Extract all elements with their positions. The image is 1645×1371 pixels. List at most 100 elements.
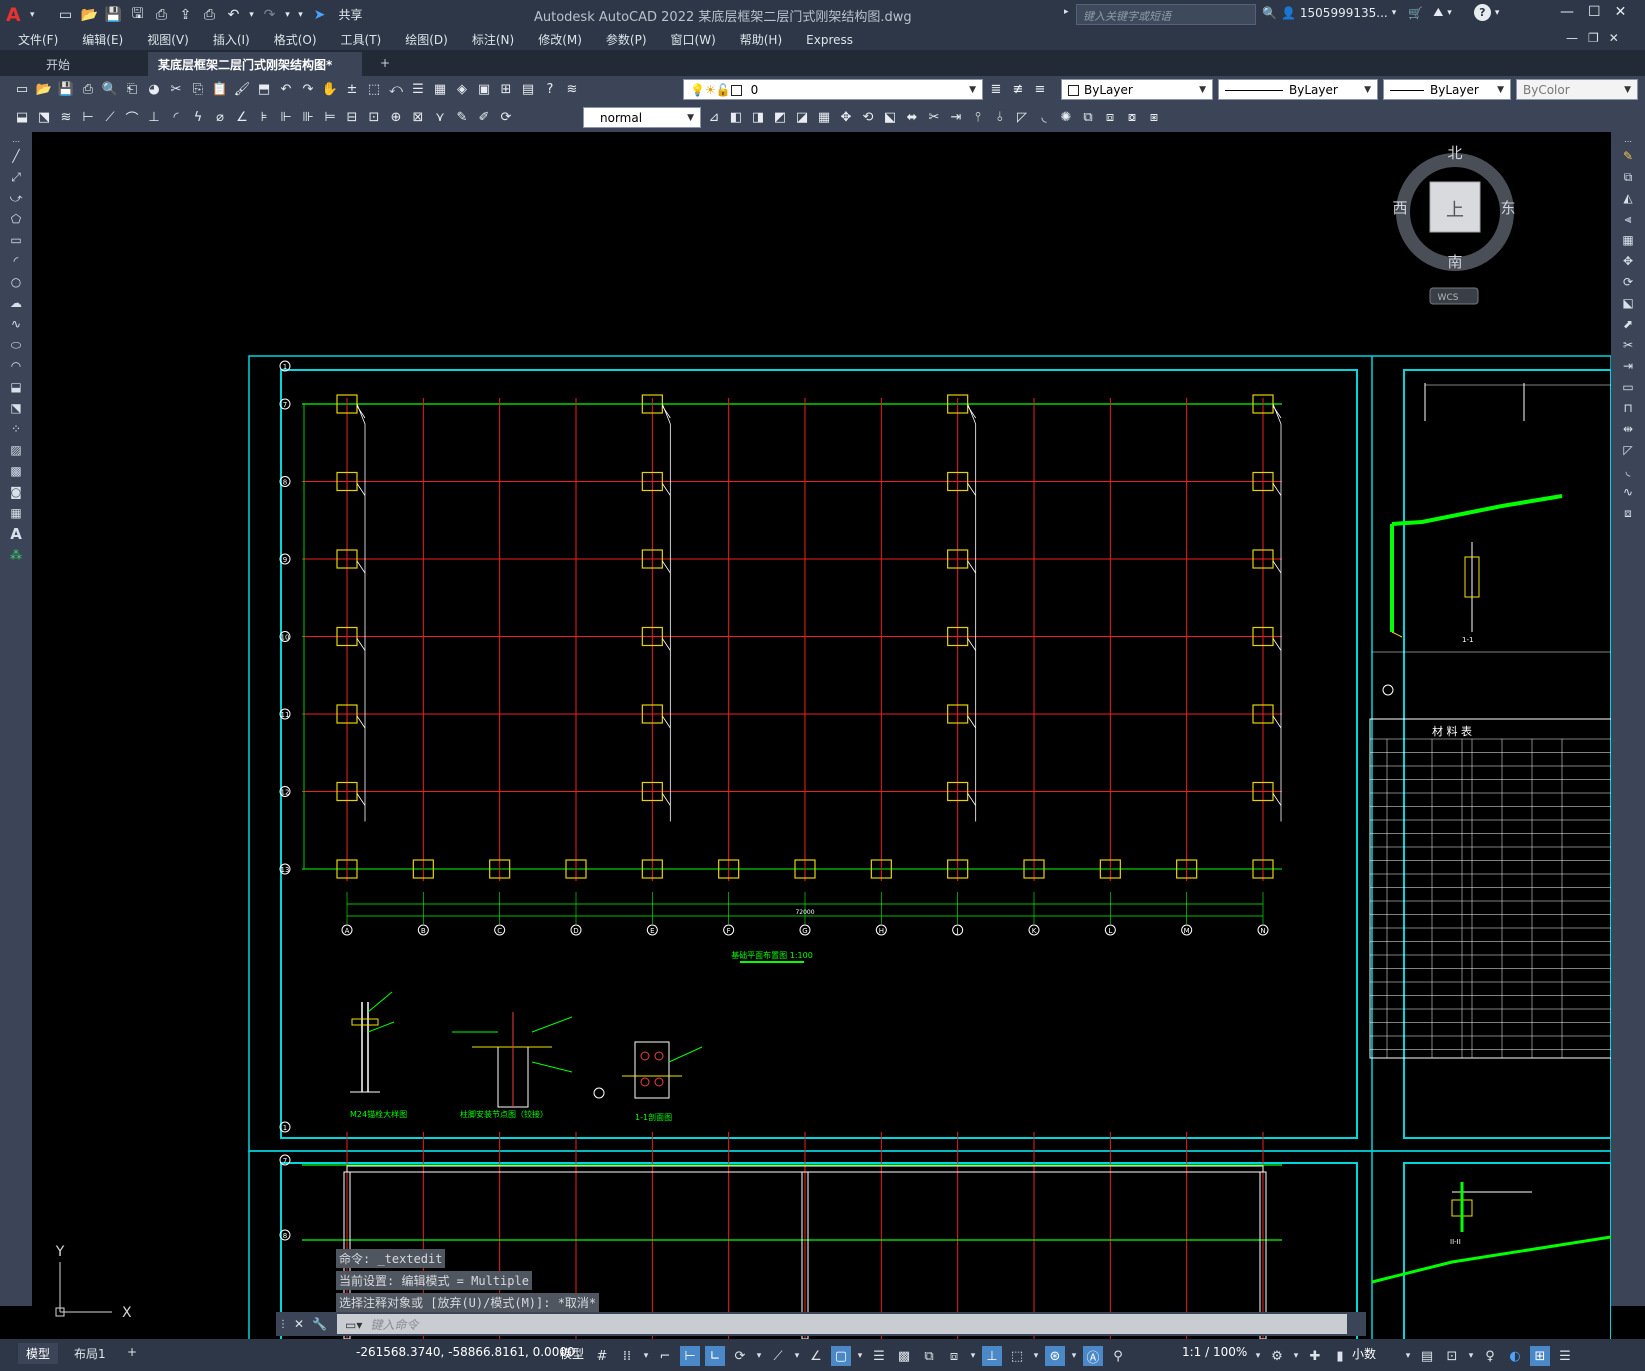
dim-update-icon[interactable]: ⟳ (496, 107, 516, 127)
rotate-icon[interactable]: ⟲ (858, 107, 878, 127)
join-icon[interactable]: ⇹ (1619, 420, 1637, 438)
viewcube-west[interactable]: 西 (1392, 199, 1407, 217)
redo-icon[interactable]: ↷ (259, 4, 281, 26)
viewcube-north[interactable]: 北 (1447, 144, 1462, 162)
copy-icon[interactable]: ⧉ (1619, 168, 1637, 186)
menu-insert[interactable]: 插入(I) (213, 31, 250, 48)
command-customize-icon[interactable]: 🔧 (312, 1317, 327, 1331)
polar-dropdown-icon[interactable]: ▾ (755, 1346, 763, 1366)
viewcube-east[interactable]: 东 (1500, 199, 1515, 217)
menu-express[interactable]: Express (806, 33, 853, 47)
gradient-icon[interactable]: ▩ (7, 462, 25, 480)
scale-icon[interactable]: ⬕ (1619, 294, 1637, 312)
model-space-toggle[interactable]: 模型 (560, 1345, 584, 1362)
aligned-dim-icon[interactable]: ⟋ (100, 107, 120, 127)
region-icon[interactable]: ◙ (7, 483, 25, 501)
command-close-icon[interactable]: ✕ (294, 1317, 304, 1331)
quick-properties-icon[interactable]: ▤ (1417, 1346, 1437, 1366)
close-icon[interactable]: ✕ (1615, 4, 1627, 20)
layer-properties-icon[interactable]: ≋ (562, 79, 582, 99)
dim-style-icon[interactable]: ⊿ (704, 107, 724, 127)
search-expand-icon[interactable]: ▸ (1064, 7, 1069, 17)
export-icon[interactable]: ⇪ (175, 4, 197, 26)
match-properties-icon[interactable]: 🖌 (232, 79, 252, 99)
make-block-icon[interactable]: ⬔ (7, 399, 25, 417)
baseline-dim-icon[interactable]: ⊩ (276, 107, 296, 127)
center-mark-icon[interactable]: ⊕ (386, 107, 406, 127)
copy-object-icon[interactable]: ◨ (748, 107, 768, 127)
break-icon[interactable]: ⊓ (1619, 399, 1637, 417)
snap-dropdown-icon[interactable]: ▾ (642, 1346, 650, 1366)
polyline-icon[interactable]: ⤻ (7, 189, 25, 207)
a360-dropdown-icon[interactable]: ▾ (1447, 8, 1452, 18)
tab-start[interactable]: 开始 (24, 52, 142, 76)
cart-icon[interactable]: 🛒 (1408, 6, 1423, 20)
inspect-icon[interactable]: ⊠ (408, 107, 428, 127)
doc-minimize-icon[interactable]: — (1566, 31, 1578, 45)
array-icon[interactable]: ▦ (814, 107, 834, 127)
menu-file[interactable]: 文件(F) (18, 31, 58, 48)
share-button[interactable]: 共享 (339, 6, 363, 23)
zoom-window-icon[interactable]: ⬚ (364, 79, 384, 99)
annotation-autoscale-icon[interactable]: ⚲ (1108, 1346, 1128, 1366)
menu-modify[interactable]: 修改(M) (538, 31, 582, 48)
menu-edit[interactable]: 编辑(E) (82, 31, 123, 48)
insert-block-icon[interactable]: ⬓ (12, 107, 32, 127)
cut-icon[interactable]: ✂ (166, 79, 186, 99)
command-grip-icon[interactable]: ⋮ (278, 1319, 288, 1330)
rectangle-icon[interactable]: ▭ (7, 231, 25, 249)
drawing-canvas[interactable]: 1 7 8 9 10 11 12 13 A B C D E F G H J K L M N 72000 基础平面布置图 1:… (32, 132, 1611, 1339)
minimize-icon[interactable]: — (1560, 4, 1574, 20)
ordinate-dim-icon[interactable]: ⊥ (144, 107, 164, 127)
sheet-set-icon[interactable]: ▣ (474, 79, 494, 99)
scale-dropdown-icon[interactable]: ▾ (1254, 1346, 1262, 1366)
annotation-monitor-icon[interactable]: ✚ (1305, 1346, 1325, 1366)
undo-icon[interactable]: ↶ (276, 79, 296, 99)
jogged-linear-icon[interactable]: ⋎ (430, 107, 450, 127)
plot-icon[interactable]: ⎙ (78, 79, 98, 99)
menu-tools[interactable]: 工具(T) (341, 31, 382, 48)
units-dropdown-icon[interactable]: ▾ (1404, 1346, 1412, 1366)
erase-icon[interactable]: ✎ (1619, 147, 1637, 165)
dynamic-ucs-icon[interactable]: ⊥ (982, 1346, 1002, 1366)
selection-filter-icon[interactable]: ⬚ (1007, 1346, 1027, 1366)
zoom-realtime-icon[interactable]: ± (342, 79, 362, 99)
arc-length-icon[interactable]: ⌒ (122, 107, 142, 127)
help-icon[interactable]: ? (1473, 4, 1491, 21)
3d-osnap-icon[interactable]: ⧈ (944, 1346, 964, 1366)
layer-previous-icon[interactable]: ≢ (1008, 79, 1028, 99)
ellipse-arc-icon[interactable]: ◠ (7, 357, 25, 375)
clean-screen-icon[interactable]: ⊞ (1530, 1346, 1550, 1366)
object-snap-tracking-icon[interactable]: ∠ (806, 1346, 826, 1366)
chamfer-icon[interactable]: ◸ (1619, 441, 1637, 459)
layer-dropdown[interactable]: 💡☀🔓 0 ▼ (683, 79, 983, 100)
isolate-objects-icon[interactable]: ♀ (1480, 1346, 1500, 1366)
move-icon[interactable]: ✥ (1619, 252, 1637, 270)
user-icon[interactable]: 👤 (1281, 6, 1296, 20)
fillet-icon[interactable]: ◟ (1619, 462, 1637, 480)
redo-icon[interactable]: ↷ (298, 79, 318, 99)
osnap-dropdown-icon[interactable]: ▾ (856, 1346, 864, 1366)
new-file-icon[interactable]: ▭ (55, 4, 77, 26)
fillet-icon[interactable]: ◟ (1034, 107, 1054, 127)
search-input[interactable]: 键入关键字或短语 (1076, 4, 1256, 25)
make-block-icon[interactable]: ⬔ (34, 107, 54, 127)
tab-layout1[interactable]: 布局1 (74, 1345, 106, 1362)
add-selected-icon[interactable]: ⁂ (7, 546, 25, 564)
dim-space-icon[interactable]: ⊨ (320, 107, 340, 127)
blend-curves-icon[interactable]: ∿ (1619, 483, 1637, 501)
lock-ui-icon[interactable]: ⊡ (1442, 1346, 1462, 1366)
design-center-icon[interactable]: ▦ (430, 79, 450, 99)
polar-icon[interactable]: ⟳ (730, 1346, 750, 1366)
break-point-icon[interactable]: ▭ (1619, 378, 1637, 396)
chamfer-icon[interactable]: ◸ (1012, 107, 1032, 127)
customization-icon[interactable]: ☰ (1555, 1346, 1575, 1366)
plot-preview-icon[interactable]: 🔍 (100, 79, 120, 99)
help-dropdown-icon[interactable]: ▾ (1495, 8, 1500, 18)
workspace-dropdown-icon[interactable]: ▾ (1292, 1346, 1300, 1366)
linear-dim-icon[interactable]: ⊢ (78, 107, 98, 127)
user-dropdown-icon[interactable]: ▾ (1392, 8, 1397, 18)
stretch-icon[interactable]: ⬈ (1619, 315, 1637, 333)
isodraft-icon[interactable]: ⟋ (768, 1346, 788, 1366)
markup-icon[interactable]: ⊞ (496, 79, 516, 99)
